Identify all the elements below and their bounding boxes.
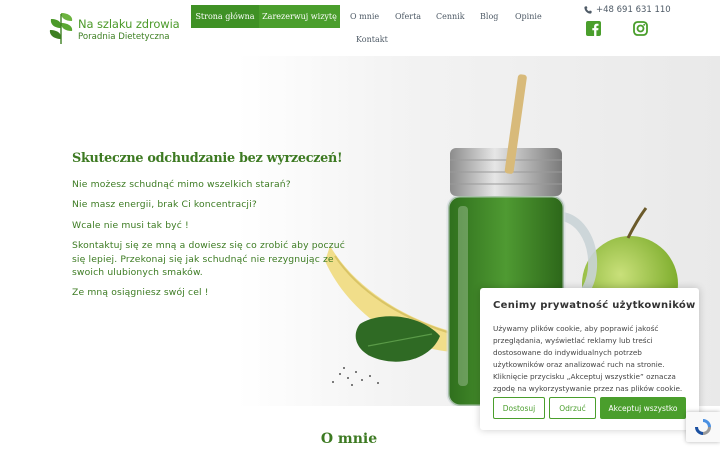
phone-icon (584, 6, 592, 14)
hero-title: Skuteczne odchudzanie bez wyrzeczeń! (72, 151, 343, 166)
site-logo[interactable]: Na szlaku zdrowia Poradnia Dietetyczna (47, 11, 180, 45)
hero-paragraph: Skontaktuj się ze mną a dowiesz się co z… (72, 240, 345, 279)
phone-number: +48 691 631 110 (596, 5, 671, 15)
hero-paragraph: Wcale nie musi tak być ! (72, 219, 189, 231)
customize-button[interactable]: Dostosuj (493, 397, 545, 419)
nav-contact[interactable]: Kontakt (356, 28, 388, 51)
instagram-link[interactable] (633, 21, 648, 36)
facebook-link[interactable] (586, 21, 601, 36)
accept-all-button[interactable]: Akceptuj wszystko (600, 397, 686, 419)
nav-home[interactable]: Strona główna (191, 5, 259, 28)
phone-link[interactable]: +48 691 631 110 (584, 5, 671, 15)
hero-paragraph: Nie masz energii, brak Ci koncentracji? (72, 199, 257, 211)
instagram-icon (633, 21, 648, 36)
recaptcha-badge[interactable] (686, 412, 720, 442)
nav-blog[interactable]: Blog (480, 5, 498, 28)
about-heading: O mnie (320, 431, 378, 447)
cookie-buttons: Dostosuj Odrzuć Akceptuj wszystko (493, 397, 686, 419)
cookie-title: Cenimy prywatność użytkowników (493, 300, 696, 311)
hero-paragraph: Ze mną osiągniesz swój cel ! (72, 287, 209, 299)
cookie-consent-dialog: Cenimy prywatność użytkowników Używamy p… (480, 288, 699, 430)
logo-title: Na szlaku zdrowia (78, 17, 180, 31)
logo-subtitle: Poradnia Dietetyczna (78, 32, 170, 42)
hero-paragraph: Nie możesz schudnąć mimo wszelkich stara… (72, 179, 291, 190)
recaptcha-icon (695, 419, 711, 435)
nav-offer[interactable]: Oferta (395, 5, 421, 28)
facebook-icon (586, 21, 601, 36)
nav-book-visit[interactable]: Zarezerwuj wizytę (259, 5, 340, 28)
nav-about[interactable]: O mnie (350, 5, 379, 28)
reject-button[interactable]: Odrzuć (549, 397, 596, 419)
leaf-logo-icon (49, 13, 73, 44)
cookie-text: Używamy plików cookie, aby poprawić jako… (493, 324, 683, 393)
nav-reviews[interactable]: Opinie (515, 5, 542, 28)
nav-pricing[interactable]: Cennik (436, 5, 465, 28)
hero-text: Skuteczne odchudzanie bez wyrzeczeń! Nie… (72, 151, 352, 307)
